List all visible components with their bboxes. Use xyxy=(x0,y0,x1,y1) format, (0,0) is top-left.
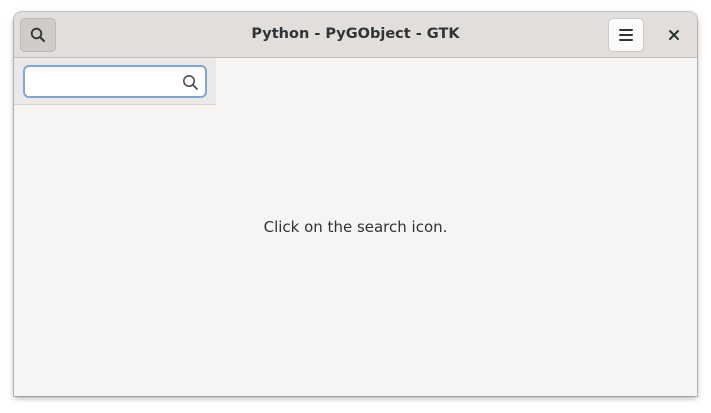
main-content: Click on the search icon. xyxy=(14,58,697,396)
search-input[interactable] xyxy=(33,67,173,96)
search-icon xyxy=(30,27,46,43)
close-button[interactable] xyxy=(660,20,688,50)
header-bar: Python - PyGObject - GTK xyxy=(14,12,697,58)
close-icon xyxy=(668,29,680,41)
search-bar xyxy=(14,58,216,105)
main-menu-button[interactable] xyxy=(608,18,644,52)
search-entry[interactable] xyxy=(23,65,207,98)
instruction-text: Click on the search icon. xyxy=(263,218,448,236)
search-icon xyxy=(181,73,199,91)
window-title: Python - PyGObject - GTK xyxy=(251,26,460,42)
search-toggle-button[interactable] xyxy=(20,18,56,52)
hamburger-menu-icon xyxy=(618,28,634,42)
app-window: Click on the search icon. Python - PyGOb… xyxy=(14,12,697,396)
